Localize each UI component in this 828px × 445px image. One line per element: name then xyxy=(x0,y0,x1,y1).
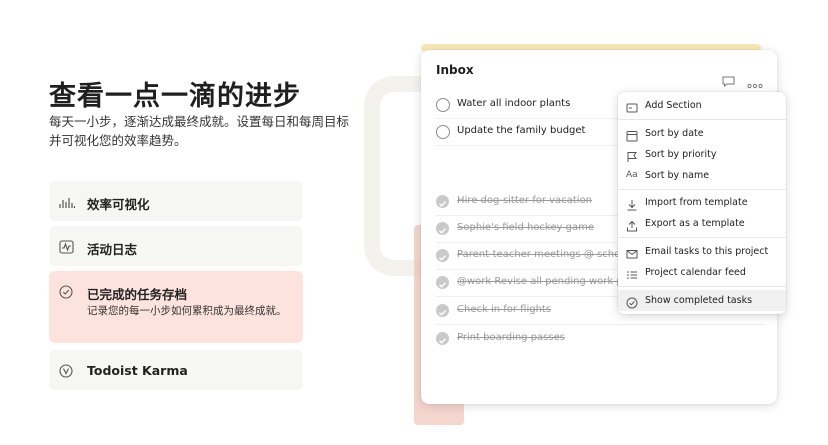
menu-divider xyxy=(618,119,786,120)
menu-item-import-template[interactable]: Import from template xyxy=(618,192,786,213)
task-text: Hire dog-sitter for vacation xyxy=(457,195,592,206)
feature-completed-task-archive[interactable]: 已完成的任务存档 记录您的每一小步如何累积成为最终成就。 xyxy=(49,271,303,343)
email-icon xyxy=(626,245,638,259)
menu-item-label: Export as a template xyxy=(645,218,745,229)
task-text: Print boarding passes xyxy=(457,332,565,343)
bar-chart-icon xyxy=(59,194,76,208)
comment-icon[interactable] xyxy=(722,72,735,88)
menu-item-label: Sort by name xyxy=(645,170,710,181)
feature-activity-log[interactable]: 活动日志 xyxy=(49,226,303,266)
inbox-title: Inbox xyxy=(436,63,474,77)
task-text: Sophie's field hockey game xyxy=(457,222,594,233)
menu-item-sort-by-priority[interactable]: Sort by priority xyxy=(618,144,786,165)
feature-productivity-visualization[interactable]: 效率可视化 xyxy=(49,181,303,221)
feature-description: 记录您的每一小步如何累积成为最终成就。 xyxy=(87,305,287,317)
task-checkbox[interactable] xyxy=(436,125,450,139)
page-title: 查看一点一滴的进步 xyxy=(49,81,301,112)
feature-label: 活动日志 xyxy=(87,242,138,257)
menu-item-label: Show completed tasks xyxy=(645,295,753,306)
check-circle-icon xyxy=(59,284,75,299)
import-icon xyxy=(626,196,638,211)
menu-item-export-template[interactable]: Export as a template xyxy=(618,213,786,234)
menu-divider xyxy=(618,237,786,238)
menu-item-email-tasks[interactable]: Email tasks to this project xyxy=(618,241,786,262)
completed-task-item[interactable]: Print boarding passes xyxy=(436,326,766,353)
activity-icon xyxy=(59,239,75,254)
menu-item-show-completed[interactable]: Show completed tasks xyxy=(618,290,786,311)
list-icon xyxy=(626,266,638,279)
project-options-menu: Add Section Sort by date Sort by priorit… xyxy=(618,92,786,314)
flag-icon xyxy=(626,148,638,162)
menu-divider xyxy=(618,189,786,190)
task-checkbox[interactable] xyxy=(436,98,450,112)
menu-item-label: Sort by date xyxy=(645,128,704,139)
menu-item-label: Email tasks to this project xyxy=(645,246,769,257)
task-text: Water all indoor plants xyxy=(457,98,571,109)
feature-label: 已完成的任务存档 xyxy=(87,287,188,302)
completed-check-icon[interactable] xyxy=(436,276,449,289)
menu-item-sort-by-date[interactable]: Sort by date xyxy=(618,123,786,144)
karma-icon xyxy=(59,363,75,378)
feature-label: 效率可视化 xyxy=(87,197,150,212)
task-text: Update the family budget xyxy=(457,125,586,136)
feature-todoist-karma[interactable]: Todoist Karma xyxy=(49,350,303,390)
export-icon xyxy=(626,217,638,232)
task-text: Parent-teacher meetings @ school xyxy=(457,249,630,260)
menu-item-add-section[interactable]: Add Section xyxy=(618,95,786,116)
completed-check-icon[interactable] xyxy=(436,195,449,208)
menu-item-sort-by-name[interactable]: Aa Sort by name xyxy=(618,165,786,186)
section-icon xyxy=(626,99,638,113)
completed-check-icon[interactable] xyxy=(436,249,449,262)
menu-item-calendar-feed[interactable]: Project calendar feed xyxy=(618,262,786,283)
page-subtitle: 每天一小步，逐渐达成最终成就。设置每日和每周目标并可视化您的效率趋势。 xyxy=(49,114,350,148)
check-circle-icon xyxy=(626,294,638,309)
calendar-icon xyxy=(626,127,638,142)
completed-check-icon[interactable] xyxy=(436,222,449,235)
menu-divider xyxy=(618,286,786,287)
completed-check-icon[interactable] xyxy=(436,304,449,317)
menu-item-label: Add Section xyxy=(645,100,702,111)
feature-label: Todoist Karma xyxy=(87,363,188,378)
menu-item-label: Import from template xyxy=(645,197,748,208)
task-text: Check in for flights xyxy=(457,304,552,315)
menu-item-label: Project calendar feed xyxy=(645,267,746,278)
text-icon: Aa xyxy=(626,170,638,180)
menu-item-label: Sort by priority xyxy=(645,149,717,160)
completed-check-icon[interactable] xyxy=(436,332,449,345)
more-options-icon[interactable] xyxy=(747,74,763,89)
